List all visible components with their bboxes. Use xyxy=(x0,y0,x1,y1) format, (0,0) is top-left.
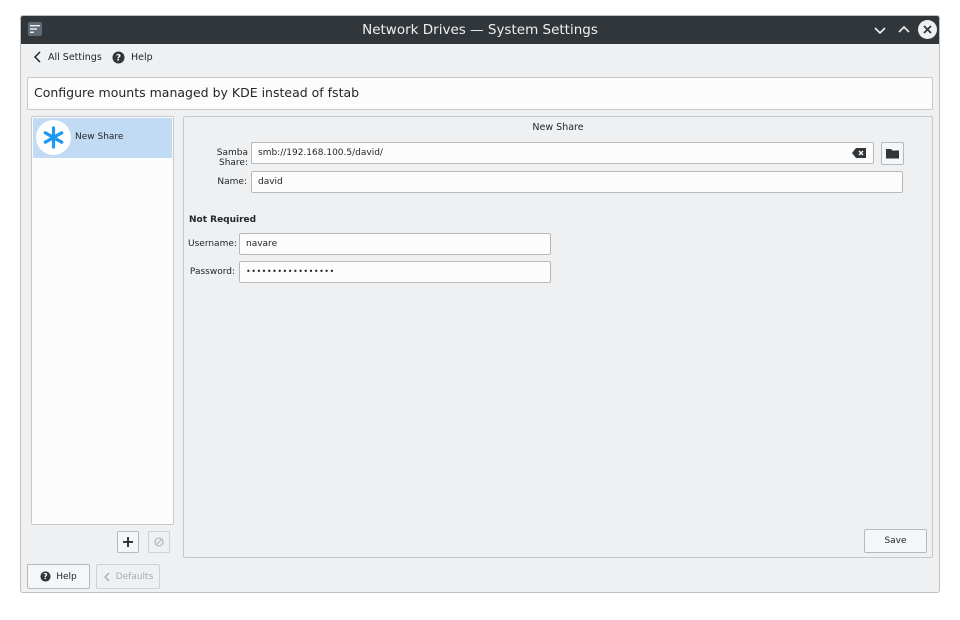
save-button[interactable]: Save xyxy=(864,529,927,553)
password-mask: ••••••••••••••••• xyxy=(246,267,335,276)
help-toolbar-label: Help xyxy=(131,51,153,63)
remove-icon xyxy=(154,537,164,547)
list-item[interactable]: New Share xyxy=(33,118,172,158)
share-list[interactable]: New Share xyxy=(31,116,174,525)
title-bar: Network Drives — System Settings xyxy=(21,16,939,44)
browse-button[interactable] xyxy=(881,142,904,165)
name-label: Name: xyxy=(217,177,247,187)
help-button-label: Help xyxy=(56,571,77,582)
clear-text-icon[interactable] xyxy=(852,148,866,158)
system-settings-window: Network Drives — System Settings All Set… xyxy=(20,15,940,593)
folder-icon xyxy=(886,149,899,159)
all-settings-button[interactable]: All Settings xyxy=(33,49,102,65)
svg-text:?: ? xyxy=(44,572,48,581)
help-icon: ? xyxy=(40,571,51,582)
all-settings-label: All Settings xyxy=(48,51,102,63)
password-label: Password: xyxy=(189,267,235,277)
module-header: Configure mounts managed by KDE instead … xyxy=(27,77,933,110)
samba-share-value: smb://192.168.100.5/david/ xyxy=(258,148,383,158)
maximize-icon[interactable] xyxy=(895,21,913,39)
help-toolbar-button[interactable]: ? Help xyxy=(112,49,153,65)
close-icon[interactable] xyxy=(918,20,937,39)
panel-title: New Share xyxy=(532,122,584,133)
add-share-button[interactable] xyxy=(117,531,139,553)
back-arrow-icon xyxy=(33,51,41,63)
toolbar: All Settings ? Help xyxy=(21,44,939,70)
back-arrow-icon xyxy=(103,572,110,581)
share-item-label: New Share xyxy=(75,132,124,142)
samba-share-input[interactable]: smb://192.168.100.5/david/ xyxy=(251,142,874,164)
svg-text:?: ? xyxy=(116,53,121,63)
username-value: navare xyxy=(246,239,278,249)
module-description: Configure mounts managed by KDE instead … xyxy=(34,85,360,100)
name-field[interactable]: david xyxy=(251,171,903,193)
remove-share-button[interactable] xyxy=(148,531,170,553)
username-field[interactable]: navare xyxy=(239,233,551,255)
samba-share-label: Samba Share: xyxy=(216,148,248,168)
help-button[interactable]: ? Help xyxy=(27,564,90,589)
share-details-panel: New Share Samba Share: smb://192.168.100… xyxy=(183,116,933,558)
minimize-icon[interactable] xyxy=(871,21,889,39)
name-value: david xyxy=(258,177,283,187)
defaults-button[interactable]: Defaults xyxy=(96,564,160,589)
help-icon: ? xyxy=(112,51,125,63)
plus-icon xyxy=(123,537,133,547)
not-required-heading: Not Required xyxy=(189,215,257,225)
asterisk-icon xyxy=(36,120,71,155)
username-label: Username: xyxy=(188,239,237,249)
defaults-button-label: Defaults xyxy=(115,571,154,582)
password-field[interactable]: ••••••••••••••••• xyxy=(239,261,551,283)
window-title: Network Drives — System Settings xyxy=(362,22,598,38)
